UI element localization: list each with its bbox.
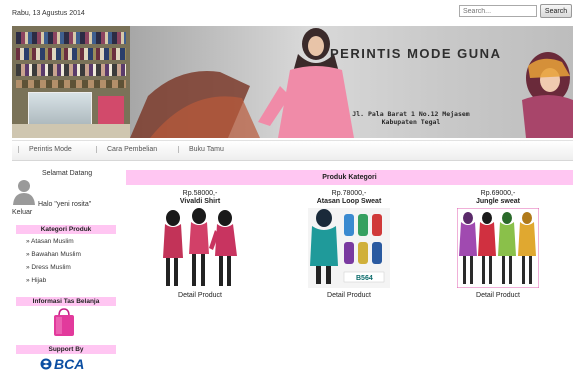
svg-text:B564: B564 [356, 275, 373, 282]
category-bawahan-muslim[interactable]: » Bawahan Muslim [26, 251, 81, 258]
search-button[interactable]: Search [540, 4, 572, 18]
product-name: Vivaldi Shirt [179, 198, 221, 205]
top-bar: Rabu, 13 Agustus 2014 Search [0, 0, 576, 26]
product-card: Rp.78000,- Atasan Loop Sweat B564 Detail… [289, 190, 409, 299]
header-banner: PERINTIS MODE GUNA Jl. Pala Barat 1 No.1… [12, 26, 573, 138]
product-price: Rp.78000,- [331, 190, 367, 197]
detail-product-link[interactable]: Detail Product [438, 292, 558, 299]
category-dress-muslim[interactable]: » Dress Muslim [26, 264, 71, 271]
bca-logo-text: BCA [54, 356, 85, 372]
category-atasan-muslim[interactable]: » Atasan Muslim [26, 238, 74, 245]
product-image[interactable]: B564 [308, 208, 390, 288]
address-line-1: Jl. Pala Barat 1 No.12 Mejasem [352, 110, 470, 118]
product-name: Atasan Loop Sweat [316, 198, 382, 205]
logout-link[interactable]: Keluar [12, 209, 32, 216]
product-card: Rp.58000,- Vivaldi Shirt Detail Product [140, 190, 260, 299]
nav-perintis-mode[interactable]: Perintis Mode [18, 146, 82, 153]
category-hijab[interactable]: » Hijab [26, 277, 46, 284]
user-avatar-icon [13, 180, 35, 205]
detail-product-link[interactable]: Detail Product [140, 292, 260, 299]
search-input[interactable] [459, 5, 537, 17]
main-nav: Perintis Mode Cara Pembelian Buku Tamu [12, 140, 573, 161]
support-header: Support By [16, 345, 116, 354]
nav-cara-pembelian[interactable]: Cara Pembelian [96, 146, 167, 153]
banner-address: Jl. Pala Barat 1 No.12 Mejasem Kabupaten… [335, 110, 487, 126]
shopping-bag-icon[interactable] [52, 307, 76, 337]
cart-info-header: Informasi Tas Belanja [16, 297, 116, 306]
nav-buku-tamu[interactable]: Buku Tamu [178, 146, 234, 153]
welcome-username: Halo "yeni rosita" [38, 201, 92, 208]
banner-title: PERINTIS MODE GUNA [330, 46, 502, 61]
product-image[interactable] [159, 208, 241, 288]
address-line-2: Kabupaten Tegal [381, 118, 441, 126]
detail-product-link[interactable]: Detail Product [289, 292, 409, 299]
product-name: Jungle sweat [476, 198, 520, 205]
current-date: Rabu, 13 Agustus 2014 [12, 10, 85, 17]
welcome-title: Selamat Datang [42, 170, 93, 177]
product-price: Rp.69000,- [480, 190, 516, 197]
product-card: Rp.69000,- Jungle sweat Detail Product [438, 190, 558, 299]
product-category-header: Produk Kategori [126, 170, 573, 185]
category-header: Kategori Produk [16, 225, 116, 234]
shop-interior-photo [12, 26, 130, 138]
product-image[interactable] [457, 208, 539, 288]
bca-logo-icon: BCA [40, 356, 90, 372]
product-price: Rp.58000,- [182, 190, 218, 197]
